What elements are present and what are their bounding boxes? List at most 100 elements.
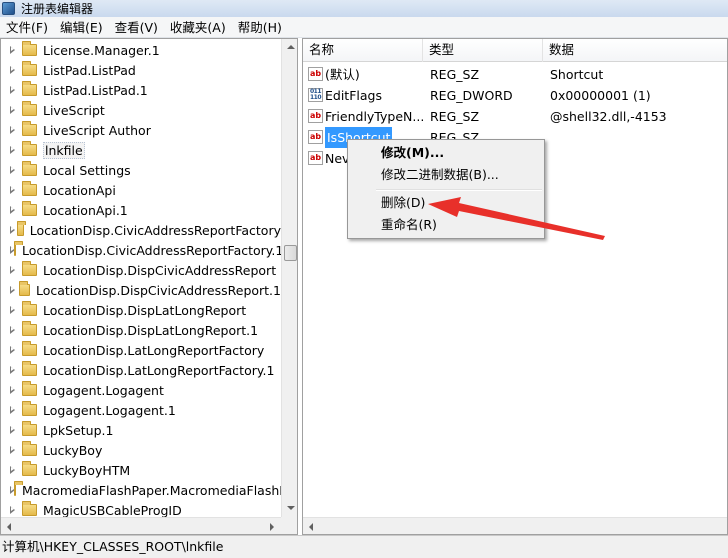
folder-icon (22, 461, 37, 476)
menu-help[interactable]: 帮助(H) (232, 17, 288, 38)
menu-file[interactable]: 文件(F) (0, 17, 54, 38)
tree-item-label: Local Settings (43, 162, 131, 178)
expand-arrow-icon[interactable] (9, 465, 17, 475)
tree-item[interactable]: LocationApi (1, 180, 281, 200)
menu-item-rename[interactable]: 重命名(R) (351, 214, 541, 236)
expand-arrow-icon[interactable] (9, 185, 17, 195)
value-row[interactable]: 011 110 EditFlags REG_DWORD 0x00000001 (1) (303, 85, 727, 106)
scroll-left-arrow-icon[interactable] (1, 518, 18, 534)
expand-arrow-icon[interactable] (9, 165, 17, 175)
tree-item[interactable]: LiveScript Author (1, 120, 281, 140)
tree-item[interactable]: Local Settings (1, 160, 281, 180)
expand-arrow-icon[interactable] (9, 205, 17, 215)
expand-arrow-icon[interactable] (9, 425, 17, 435)
tree-item[interactable]: LocationDisp.DispLatLongReport (1, 300, 281, 320)
tree-item[interactable]: LocationDisp.DispLatLongReport.1 (1, 320, 281, 340)
folder-icon (14, 241, 23, 256)
folder-icon (22, 61, 37, 76)
tree-item[interactable]: LocationDisp.DispCivicAddressReport.1 (1, 280, 281, 300)
tree-item[interactable]: LocationDisp.LatLongReportFactory.1 (1, 360, 281, 380)
expand-arrow-icon[interactable] (9, 385, 17, 395)
expand-arrow-icon[interactable] (9, 45, 17, 55)
folder-icon (22, 401, 37, 416)
tree-item[interactable]: LuckyBoy (1, 440, 281, 460)
scroll-up-arrow-icon[interactable] (282, 39, 297, 56)
tree-item[interactable]: Logagent.Logagent (1, 380, 281, 400)
tree-item-label: LuckyBoy (43, 442, 103, 458)
tree-item-label: LocationDisp.DispCivicAddressReport (43, 262, 277, 278)
menu-favorites[interactable]: 收藏夹(A) (164, 17, 232, 38)
expand-arrow-icon[interactable] (9, 265, 17, 275)
tree-item[interactable]: lnkfile (1, 140, 281, 160)
folder-icon (14, 481, 23, 496)
folder-icon (19, 281, 30, 296)
expand-arrow-icon[interactable] (9, 125, 17, 135)
expand-arrow-icon[interactable] (9, 85, 17, 95)
window-title: 注册表编辑器 (21, 2, 94, 16)
expand-arrow-icon[interactable] (9, 345, 17, 355)
column-header-name[interactable]: 名称 (303, 39, 423, 62)
menu-separator (376, 189, 542, 191)
expand-arrow-icon[interactable] (9, 365, 17, 375)
menu-edit[interactable]: 编辑(E) (54, 17, 109, 38)
string-value-icon: ab (308, 151, 323, 165)
menu-item-modify-binary[interactable]: 修改二进制数据(B)... (351, 164, 541, 186)
expand-arrow-icon[interactable] (9, 505, 17, 515)
list-horizontal-scrollbar[interactable] (303, 517, 727, 534)
folder-icon (22, 81, 37, 96)
value-data: 0x00000001 (1) (550, 88, 651, 103)
binary-value-icon: 011 110 (308, 88, 323, 102)
tree-item[interactable]: LocationDisp.CivicAddressReportFactory.1 (1, 240, 281, 260)
expand-arrow-icon[interactable] (9, 105, 17, 115)
scroll-left-arrow-icon[interactable] (303, 518, 320, 534)
tree-vertical-scrollbar[interactable] (281, 39, 297, 517)
value-name: FriendlyTypeN... (325, 109, 425, 124)
tree-item-label: LiveScript (43, 102, 105, 118)
tree-item[interactable]: ListPad.ListPad (1, 60, 281, 80)
menu-view[interactable]: 查看(V) (109, 17, 164, 38)
expand-arrow-icon[interactable] (9, 325, 17, 335)
string-value-icon: ab (308, 67, 323, 81)
string-value-icon: ab (308, 109, 323, 123)
tree-item-label: MagicUSBCableProgID (43, 502, 182, 518)
tree-item[interactable]: LocationDisp.CivicAddressReportFactory (1, 220, 281, 240)
value-data: @shell32.dll,-4153 (550, 109, 667, 124)
value-type: REG_SZ (430, 109, 480, 124)
scroll-right-arrow-icon[interactable] (264, 518, 281, 534)
tree-item[interactable]: LocationApi.1 (1, 200, 281, 220)
tree-item-label: License.Manager.1 (43, 42, 160, 58)
expand-arrow-icon[interactable] (9, 405, 17, 415)
value-row[interactable]: ab (默认) REG_SZ Shortcut (303, 64, 727, 85)
folder-icon (22, 441, 37, 456)
tree-item[interactable]: License.Manager.1 (1, 40, 281, 60)
folder-icon (22, 301, 37, 316)
expand-arrow-icon[interactable] (9, 285, 16, 295)
tree-item[interactable]: LpkSetup.1 (1, 420, 281, 440)
tree-item-label: LocationDisp.LatLongReportFactory.1 (43, 362, 275, 378)
expand-arrow-icon[interactable] (9, 225, 15, 235)
tree-item-label: LocationApi.1 (43, 202, 128, 218)
tree-item[interactable]: LuckyBoyHTM (1, 460, 281, 480)
expand-arrow-icon[interactable] (9, 445, 17, 455)
value-row[interactable]: ab FriendlyTypeN... REG_SZ @shell32.dll,-41… (303, 106, 727, 127)
expand-arrow-icon[interactable] (9, 145, 17, 155)
menu-item-delete[interactable]: 删除(D) (351, 192, 541, 214)
tree-item[interactable]: ListPad.ListPad.1 (1, 80, 281, 100)
column-header-data[interactable]: 数据 (543, 39, 727, 62)
scrollbar-corner (281, 517, 297, 534)
expand-arrow-icon[interactable] (9, 65, 17, 75)
menu-item-modify[interactable]: 修改(M)... (351, 142, 541, 164)
tree-item[interactable]: MacromediaFlashPaper.MacromediaFlashPape… (1, 480, 281, 500)
expand-arrow-icon[interactable] (9, 305, 17, 315)
tree-horizontal-scrollbar[interactable] (1, 517, 281, 534)
tree-item[interactable]: Logagent.Logagent.1 (1, 400, 281, 420)
tree-item[interactable]: LocationDisp.DispCivicAddressReport (1, 260, 281, 280)
tree-item[interactable]: LocationDisp.LatLongReportFactory (1, 340, 281, 360)
tree-item-label: LuckyBoyHTM (43, 462, 131, 478)
tree-item[interactable]: LiveScript (1, 100, 281, 120)
tree-scroll-thumb[interactable] (284, 245, 297, 261)
scroll-down-arrow-icon[interactable] (282, 500, 297, 517)
folder-icon (22, 181, 37, 196)
folder-icon (22, 161, 37, 176)
column-header-type[interactable]: 类型 (423, 39, 543, 62)
